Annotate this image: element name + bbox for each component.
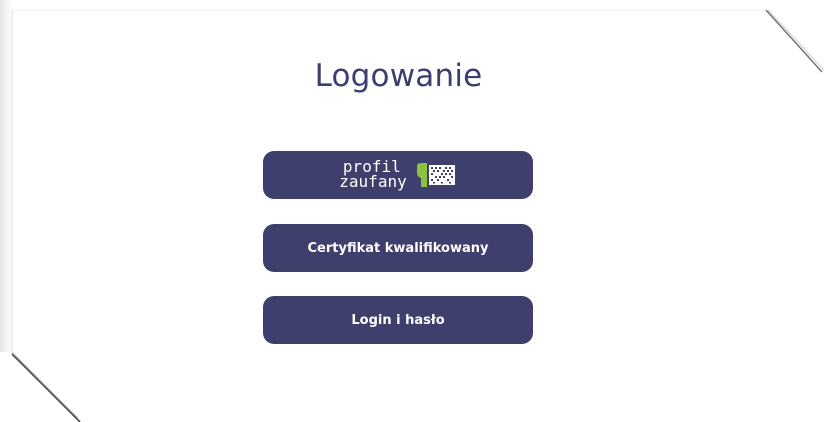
login-haslo-label: Login i hasło xyxy=(351,312,445,328)
login-haslo-button[interactable]: Login i hasło xyxy=(263,296,533,344)
profil-zaufany-button[interactable]: profil zaufany xyxy=(263,151,533,199)
profil-zaufany-text: profil zaufany xyxy=(339,159,407,191)
profil-zaufany-line2: zaufany xyxy=(339,172,407,191)
page-title: Logowanie xyxy=(314,58,483,94)
certyfikat-kwalifikowany-button[interactable]: Certyfikat kwalifikowany xyxy=(263,224,533,272)
login-page: Logowanie profil zaufany Certyfikat kwal… xyxy=(0,0,824,422)
profil-zaufany-content: profil zaufany xyxy=(339,159,457,191)
certyfikat-kwalifikowany-label: Certyfikat kwalifikowany xyxy=(307,240,489,256)
profil-zaufany-logo-icon xyxy=(415,162,457,188)
